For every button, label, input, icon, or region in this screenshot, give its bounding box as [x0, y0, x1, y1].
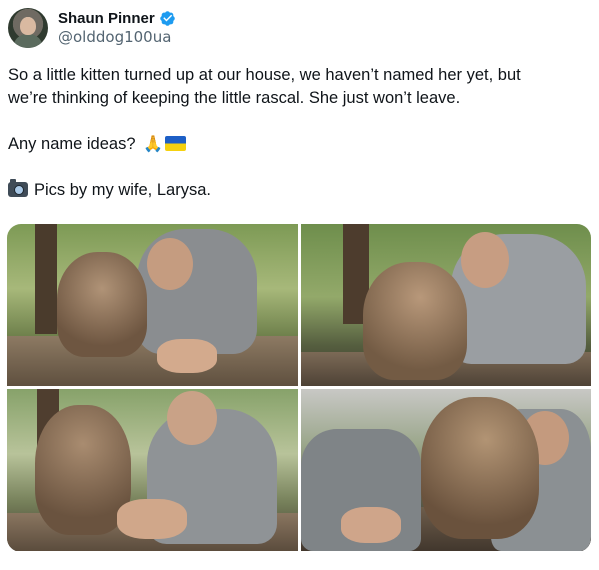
- tweet-text: So a little kitten turned up at our hous…: [8, 64, 593, 202]
- ukraine-flag-icon: [165, 136, 187, 151]
- folded-hands-icon: 🙏: [143, 136, 164, 153]
- tweet-credit: Pics by my wife, Larysa.: [34, 181, 211, 199]
- tweet-header: Shaun Pinner @olddog100ua: [8, 6, 176, 50]
- author-names: Shaun Pinner @olddog100ua: [58, 9, 176, 47]
- photo-kitten-2[interactable]: [301, 224, 591, 386]
- verified-badge-icon: [159, 11, 175, 26]
- tweet-text-line-2: we’re thinking of keeping the little ras…: [8, 89, 461, 107]
- photo-kitten-4[interactable]: [301, 389, 591, 551]
- tweet-text-line-1: So a little kitten turned up at our hous…: [8, 66, 521, 84]
- media-grid: [7, 224, 591, 552]
- photo-kitten-1[interactable]: [7, 224, 298, 386]
- tweet-question-line: Any name ideas? 🙏: [8, 133, 593, 156]
- avatar[interactable]: [8, 8, 48, 48]
- tweet-question: Any name ideas?: [8, 135, 136, 153]
- author-handle[interactable]: @olddog100ua: [58, 28, 176, 47]
- avatar-body: [13, 34, 43, 48]
- tweet-credit-line: Pics by my wife, Larysa.: [8, 179, 593, 202]
- camera-icon: [8, 179, 28, 197]
- author-display-name[interactable]: Shaun Pinner: [58, 9, 155, 28]
- photo-kitten-3[interactable]: [7, 389, 298, 551]
- avatar-face: [20, 17, 36, 35]
- name-row: Shaun Pinner: [58, 9, 176, 28]
